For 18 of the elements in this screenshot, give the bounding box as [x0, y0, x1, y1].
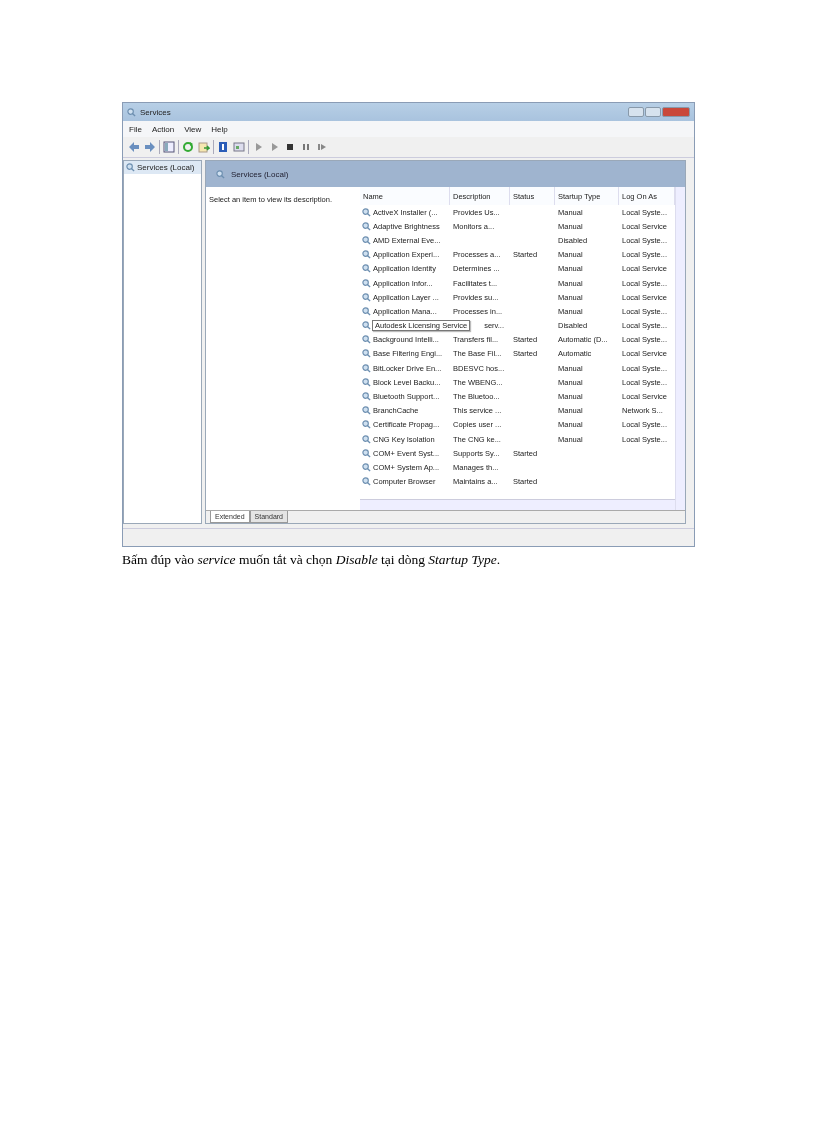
caption-text: Bấm đúp vào service muốn tắt và chọn Disable tại dòng Startup Type.: [122, 552, 502, 568]
tree-item[interactable]: Services (Local): [124, 161, 201, 174]
vertical-scrollbar[interactable]: [675, 187, 685, 510]
menu-item[interactable]: File: [129, 124, 142, 134]
back-icon[interactable]: [127, 140, 141, 154]
minimize-button[interactable]: [628, 107, 644, 117]
refresh-icon[interactable]: [181, 140, 195, 154]
maximize-button[interactable]: [645, 107, 661, 117]
tree-icon[interactable]: [162, 140, 176, 154]
menu-item[interactable]: View: [184, 124, 202, 134]
window-title: Services: [140, 107, 171, 117]
menu-item[interactable]: Help: [211, 124, 228, 134]
export-icon[interactable]: [197, 140, 211, 154]
forward-icon[interactable]: [143, 140, 157, 154]
horizontal-scrollbar[interactable]: [360, 499, 675, 510]
menu-item[interactable]: Action: [151, 124, 175, 134]
pane-title: Services (Local): [231, 169, 289, 179]
close-button[interactable]: [662, 107, 690, 117]
